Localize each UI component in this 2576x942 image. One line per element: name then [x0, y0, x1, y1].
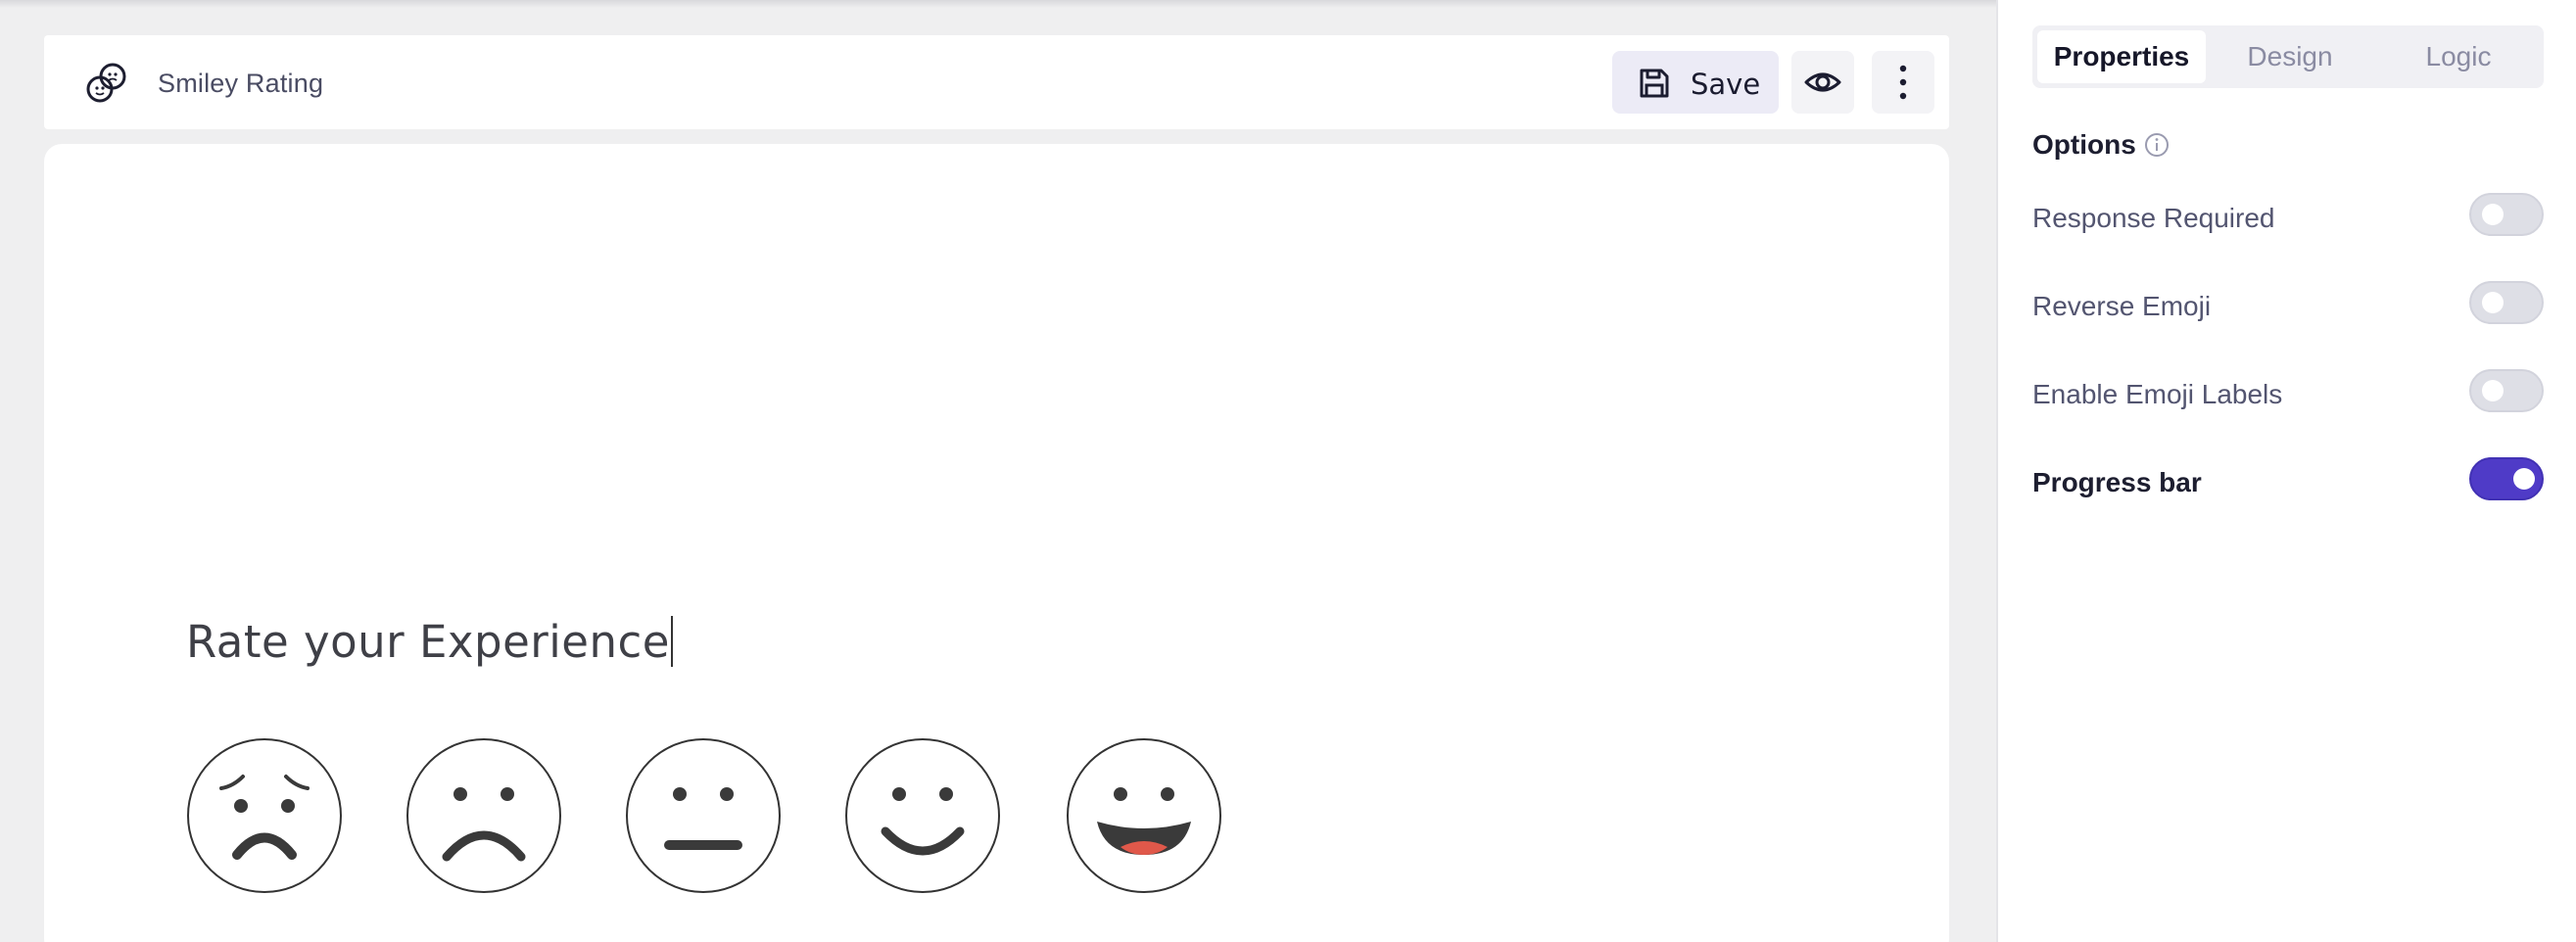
preview-button[interactable]	[1791, 51, 1854, 114]
enable-emoji-labels-toggle[interactable]	[2469, 369, 2544, 412]
form-canvas: Rate your Experience	[44, 144, 1949, 942]
more-vertical-icon	[1899, 65, 1907, 100]
response-required-toggle[interactable]	[2469, 193, 2544, 236]
tab-properties[interactable]: Properties	[2037, 30, 2206, 83]
smiley-link-icon	[86, 63, 126, 103]
very-happy-face-icon[interactable]	[1066, 737, 1222, 894]
properties-panel: Properties Design Logic Options Response…	[1996, 0, 2576, 942]
save-button[interactable]: Save	[1612, 51, 1779, 114]
option-label-progress-bar: Progress bar	[2032, 467, 2202, 497]
progress-bar-toggle[interactable]	[2469, 457, 2544, 500]
options-section-title: Options	[2032, 129, 2136, 160]
happy-face-icon[interactable]	[844, 737, 1001, 894]
very-sad-face-icon[interactable]	[186, 737, 343, 894]
toggle-knob	[2513, 468, 2535, 490]
editor-header: Smiley Rating Save	[44, 35, 1949, 129]
form-title[interactable]: Smiley Rating	[158, 69, 323, 99]
text-cursor	[670, 616, 673, 667]
toggle-knob	[2482, 380, 2504, 401]
option-label-reverse-emoji: Reverse Emoji	[2032, 291, 2212, 321]
option-label-enable-emoji-labels: Enable Emoji Labels	[2032, 379, 2283, 409]
save-icon	[1640, 69, 1669, 98]
reverse-emoji-toggle[interactable]	[2469, 281, 2544, 324]
question-text[interactable]: Rate your Experience	[186, 616, 673, 668]
info-icon[interactable]	[2143, 131, 2171, 159]
neutral-face-icon[interactable]	[625, 737, 782, 894]
option-label-response-required: Response Required	[2032, 203, 2275, 233]
more-options-button[interactable]	[1872, 51, 1934, 114]
save-button-label: Save	[1691, 68, 1761, 101]
tab-design[interactable]: Design	[2206, 30, 2374, 83]
eye-icon	[1804, 72, 1841, 92]
tab-logic[interactable]: Logic	[2374, 30, 2543, 83]
panel-tabs: Properties Design Logic	[2032, 25, 2544, 88]
sad-face-icon[interactable]	[405, 737, 562, 894]
window-top-shadow	[0, 0, 1996, 8]
toggle-knob	[2482, 292, 2504, 313]
toggle-knob	[2482, 204, 2504, 225]
question-text-value: Rate your Experience	[186, 616, 670, 668]
